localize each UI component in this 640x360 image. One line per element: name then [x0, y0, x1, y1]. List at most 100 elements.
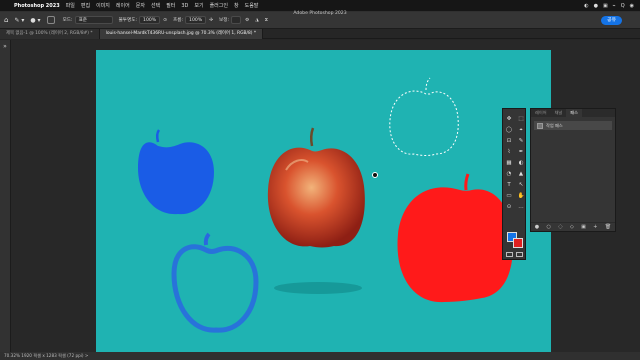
menu-window[interactable]: 창: [234, 2, 239, 9]
quick-mask-icon[interactable]: [506, 252, 513, 257]
battery-icon[interactable]: ▣: [603, 3, 608, 9]
options-bar: Adobe Photoshop 2023 ⌂ ✎ ▾ ● ▾ 모드: 표준 불투…: [0, 11, 640, 29]
screen-mode-icon[interactable]: [516, 252, 523, 257]
gradient-tool-icon[interactable]: ▲: [515, 170, 527, 179]
flow-label: 흐름:: [173, 18, 184, 23]
menu-help[interactable]: 도움말: [245, 2, 259, 9]
object-select-icon[interactable]: ⌖: [515, 126, 527, 135]
add-mask-icon[interactable]: ▣: [581, 224, 586, 230]
opacity-input[interactable]: 100%: [139, 16, 161, 24]
stroke-path-icon[interactable]: ○: [546, 224, 550, 230]
status-icon[interactable]: ◐: [584, 3, 588, 9]
document-tabs: 제목 없음-1 @ 100% (레이어 2, RGB/8#) * louis-h…: [0, 29, 640, 39]
brush-cursor: [372, 172, 378, 178]
brush-settings-icon: [46, 16, 55, 24]
tools-grid: ✥ ⬚ ◯ ⌖ ⊡ ✎ ⌇ ✒ ▦ ◐ ◔ ▲ T ↖ ▭ ✋ ⊙ …: [503, 115, 525, 212]
app-menu[interactable]: Photoshop 2023: [14, 3, 60, 9]
flow-control: 흐름: 100% ✣: [173, 16, 213, 24]
red-apple-shape: [397, 173, 513, 303]
smoothing-input[interactable]: [231, 16, 242, 24]
home-icon: ⌂: [4, 16, 9, 24]
hand-tool-icon[interactable]: ✋: [515, 192, 527, 201]
tab-layers[interactable]: 레이어: [531, 109, 551, 117]
make-path-icon[interactable]: ◇: [570, 224, 574, 230]
opacity-label: 불투명도:: [118, 18, 138, 23]
paths-panel: 레이어 채널 패스 작업 패스 ● ○ ◌ ◇ ▣ + 🗑: [530, 108, 616, 232]
path-name: 작업 패스: [546, 123, 563, 128]
eyedropper-icon[interactable]: ⌇: [503, 148, 515, 157]
move-tool-icon[interactable]: ✥: [503, 115, 515, 124]
smoothing-label: 보정:: [219, 18, 230, 23]
menu-layer[interactable]: 레이어: [116, 2, 130, 9]
panel-footer: ● ○ ◌ ◇ ▣ + 🗑: [531, 222, 615, 231]
panel-tabs: 레이어 채널 패스: [531, 109, 615, 117]
tab-apple-photo[interactable]: louis-hansel-MardkT436RU-unsplash.jpg @ …: [99, 29, 264, 39]
crop-tool-icon[interactable]: ⊡: [503, 137, 515, 146]
tools-panel: ✥ ⬚ ◯ ⌖ ⊡ ✎ ⌇ ✒ ▦ ◐ ◔ ▲ T ↖ ▭ ✋ ⊙ …: [502, 108, 526, 260]
rectangle-tool-icon[interactable]: ▭: [503, 192, 515, 201]
menu-view[interactable]: 보기: [194, 2, 203, 9]
home-button[interactable]: ⌂: [4, 16, 8, 24]
menubar: Photoshop 2023 파일 편집 이미지 레이어 문자 선택 필터 3D…: [0, 0, 640, 11]
canvas-artwork: [138, 77, 513, 333]
brush-icon: ✎ ▾: [14, 16, 25, 24]
airbrush-icon[interactable]: ✣: [209, 18, 213, 23]
stamp-tool-icon[interactable]: ▦: [503, 159, 515, 168]
butterfly-icon: ⧖: [264, 18, 268, 23]
tab-paths[interactable]: 패스: [566, 109, 582, 117]
blue-apple-shape: [138, 129, 214, 215]
share-button[interactable]: 공유: [601, 16, 622, 25]
photoshop-window: Photoshop 2023 파일 편집 이미지 레이어 문자 선택 필터 3D…: [0, 0, 640, 360]
mode-label: 모드:: [62, 18, 73, 23]
tab-untitled-1[interactable]: 제목 없음-1 @ 100% (레이어 2, RGB/8#) *: [0, 29, 100, 39]
blue-apple-outline: [171, 232, 259, 333]
load-selection-icon[interactable]: ◌: [558, 224, 562, 230]
new-path-icon[interactable]: +: [593, 224, 597, 230]
trash-icon[interactable]: 🗑: [605, 224, 611, 230]
status-bar: 70.32% 1920 픽셀 x 1283 픽셀 (72 ppi) >: [0, 352, 640, 360]
menu-file[interactable]: 파일: [66, 2, 75, 9]
menu-type[interactable]: 문자: [136, 2, 145, 9]
more-tools-icon[interactable]: …: [515, 203, 527, 212]
frame-tool-icon[interactable]: ✎: [515, 137, 527, 146]
toolbar-collapse-icon[interactable]: »: [1, 43, 9, 51]
zoom-tool-icon[interactable]: ⊙: [503, 203, 515, 212]
eraser-tool-icon[interactable]: ◔: [503, 170, 515, 179]
smoothing-control: 보정: ⚙: [219, 16, 249, 24]
menu-filter[interactable]: 필터: [166, 2, 175, 9]
opacity-pressure-icon[interactable]: ⊙: [163, 18, 167, 23]
artboard-tool-icon[interactable]: ⬚: [515, 115, 527, 124]
path-select-icon[interactable]: ↖: [515, 181, 527, 190]
fill-path-icon[interactable]: ●: [535, 224, 539, 230]
wifi-icon[interactable]: ⌁: [613, 3, 616, 9]
left-toolbar: »: [0, 40, 11, 352]
document-canvas[interactable]: [96, 50, 551, 352]
spotlight-icon[interactable]: Q: [621, 3, 625, 9]
flow-input[interactable]: 100%: [185, 16, 207, 24]
brush-tool-preset[interactable]: ✎ ▾: [14, 17, 24, 24]
brush-settings-button[interactable]: [46, 16, 57, 24]
menu-select[interactable]: 선택: [151, 2, 160, 9]
type-tool-icon[interactable]: T: [503, 181, 515, 190]
menu-plugins[interactable]: 플러그인: [210, 2, 228, 9]
background-color-swatch[interactable]: [513, 238, 523, 248]
brush-size-icon: ● ▾: [30, 16, 41, 24]
menu-3d[interactable]: 3D: [181, 3, 188, 9]
control-center-icon[interactable]: ◉: [630, 3, 634, 9]
mode-select[interactable]: 표준: [74, 16, 113, 24]
brush-tool-icon[interactable]: ✒: [515, 148, 527, 157]
tab-channels[interactable]: 채널: [551, 109, 567, 117]
angle-control[interactable]: ◮: [255, 18, 259, 23]
path-row-work-path[interactable]: 작업 패스: [534, 121, 612, 130]
gear-icon[interactable]: ⚙: [245, 18, 249, 23]
symmetry-button[interactable]: ⧖: [265, 17, 268, 23]
apple-photo: [267, 127, 365, 294]
status-icon[interactable]: ●: [594, 3, 598, 9]
brush-size-picker[interactable]: ● ▾: [30, 17, 40, 24]
lasso-tool-icon[interactable]: ◯: [503, 126, 515, 135]
menu-edit[interactable]: 편집: [81, 2, 90, 9]
history-brush-icon[interactable]: ◐: [515, 159, 527, 168]
apple-selection-outline: [389, 77, 459, 156]
menu-image[interactable]: 이미지: [96, 2, 110, 9]
angle-icon: ◮: [255, 17, 259, 23]
